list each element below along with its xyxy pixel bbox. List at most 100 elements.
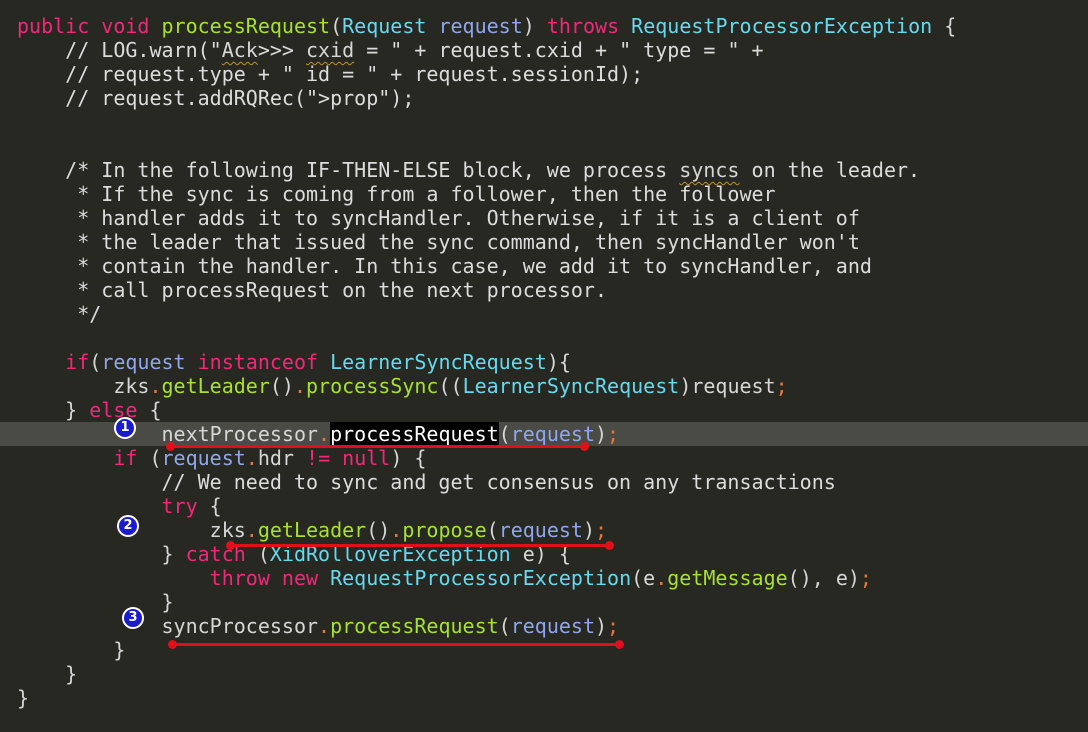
code-token: getMessage	[667, 566, 788, 590]
code-token: .	[293, 374, 307, 398]
code-token: .	[390, 518, 403, 542]
code-token: )request	[679, 374, 776, 398]
code-token: throws	[546, 14, 632, 38]
code-line[interactable]: }	[0, 638, 1088, 662]
code-token: {	[197, 494, 222, 518]
code-line[interactable]	[0, 110, 1088, 134]
code-token: propose	[402, 518, 487, 542]
code-token: zks	[17, 374, 150, 398]
code-line[interactable]: public void processRequest(Request reque…	[0, 14, 1088, 38]
code-line[interactable]: // request.addRQRec(">prop");	[0, 86, 1088, 110]
step-badge-2: 2	[117, 515, 139, 537]
code-token: ()	[366, 518, 391, 542]
code-token: processRequest	[330, 614, 499, 638]
code-token: }	[17, 590, 174, 614]
code-token: {	[137, 398, 162, 422]
code-token: {	[944, 14, 957, 38]
code-token: syncs	[679, 158, 740, 182]
code-token: * If the sync is coming from a follower,…	[17, 182, 776, 206]
code-line[interactable]: */	[0, 302, 1088, 326]
code-token: ;	[607, 422, 620, 446]
code-token: /* In the following IF-THEN-ELSE block, …	[17, 158, 680, 182]
code-line[interactable]: throw new RequestProcessorException(e.ge…	[0, 566, 1088, 590]
code-token: instanceof	[197, 350, 331, 374]
code-line[interactable]: * If the sync is coming from a follower,…	[0, 182, 1088, 206]
code-line[interactable]: /* In the following IF-THEN-ELSE block, …	[0, 158, 1088, 182]
code-line[interactable]: * handler adds it to syncHandler. Otherw…	[0, 206, 1088, 230]
code-token: (	[486, 518, 499, 542]
code-token: request	[510, 614, 595, 638]
code-line[interactable]: syncProcessor.processRequest(request);	[0, 614, 1088, 638]
code-token: Request	[342, 14, 439, 38]
code-token: LearnerSyncRequest	[462, 374, 680, 398]
code-token: }	[17, 686, 30, 710]
code-token: != null	[306, 446, 391, 470]
underline-annotation-2	[226, 541, 614, 550]
code-token: }	[17, 398, 90, 422]
code-token: )	[595, 614, 608, 638]
code-line[interactable]: zks.getLeader().processSync((LearnerSync…	[0, 374, 1088, 398]
code-token: syncProcessor	[17, 614, 319, 638]
code-line[interactable]: * call processRequest on the next proces…	[0, 278, 1088, 302]
code-token: (	[498, 614, 511, 638]
code-token: ;	[859, 566, 872, 590]
code-line[interactable]: }	[0, 590, 1088, 614]
code-token: request	[438, 14, 523, 38]
code-token: (e	[631, 566, 656, 590]
code-token: cxid	[306, 38, 355, 62]
code-token: processSync	[306, 374, 439, 398]
underline-annotation-1	[166, 442, 589, 451]
underline-annotation-3	[168, 640, 624, 649]
code-token: >>>	[257, 38, 306, 62]
code-line[interactable]: } else {	[0, 398, 1088, 422]
code-token: }	[17, 638, 126, 662]
code-token: ) {	[390, 446, 427, 470]
code-token: * contain the handler. In this case, we …	[17, 254, 872, 278]
code-token: request	[101, 350, 198, 374]
code-token: }	[17, 662, 78, 686]
code-token: // request.addRQRec(">prop");	[17, 86, 415, 110]
code-line[interactable]: // LOG.warn("Ack>>> cxid = " + request.c…	[0, 38, 1088, 62]
step-badge-3: 3	[122, 607, 144, 629]
code-token: .	[655, 566, 668, 590]
code-token: // LOG.warn("	[17, 38, 222, 62]
code-line[interactable]: if(request instanceof LearnerSyncRequest…	[0, 350, 1088, 374]
code-token: if	[113, 446, 138, 470]
code-line[interactable]: }	[0, 662, 1088, 686]
code-token: public	[17, 14, 102, 38]
code-token: .	[245, 446, 258, 470]
code-token: )	[522, 14, 547, 38]
code-line[interactable]: // request.type + " id = " + request.ses…	[0, 62, 1088, 86]
code-token: void	[101, 14, 162, 38]
code-line-current[interactable]: nextProcessor.processRequest(request);	[0, 422, 1088, 446]
code-token: (	[498, 422, 511, 446]
code-token: Ack	[221, 38, 258, 62]
code-token: * the leader that issued the sync comman…	[17, 230, 860, 254]
code-line[interactable]: * the leader that issued the sync comman…	[0, 230, 1088, 254]
code-token: )	[595, 422, 608, 446]
code-line[interactable]: if (request.hdr != null) {	[0, 446, 1088, 470]
code-line[interactable]	[0, 134, 1088, 158]
code-editor[interactable]: public void processRequest(Request reque…	[0, 14, 1088, 710]
code-line[interactable]: * contain the handler. In this case, we …	[0, 254, 1088, 278]
code-line[interactable]	[0, 326, 1088, 350]
code-token: // request.type + " id = " + request.ses…	[17, 62, 644, 86]
code-token: ()	[269, 374, 294, 398]
code-token: ;	[775, 374, 788, 398]
code-line[interactable]: // We need to sync and get consensus on …	[0, 470, 1088, 494]
code-token: (	[137, 446, 162, 470]
code-token: .	[245, 518, 258, 542]
code-token: getLeader	[161, 374, 270, 398]
code-token: */	[17, 302, 102, 326]
code-token: try	[161, 494, 198, 518]
code-line[interactable]: try {	[0, 494, 1088, 518]
code-token: processRequest	[161, 14, 331, 38]
code-token: request	[498, 518, 583, 542]
code-line[interactable]: }	[0, 686, 1088, 710]
code-token: }	[17, 542, 186, 566]
code-token: request	[161, 446, 246, 470]
code-line[interactable]: zks.getLeader().propose(request);	[0, 518, 1088, 542]
code-token: ((	[438, 374, 463, 398]
